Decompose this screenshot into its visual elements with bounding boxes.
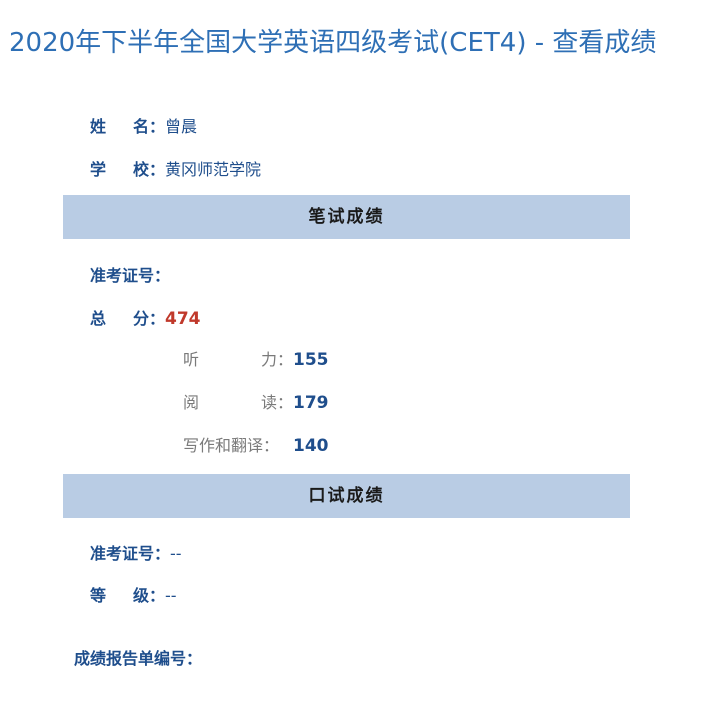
written-ticket-label: 准考证号： [90,266,171,285]
writing-score: 140 [293,436,329,456]
oral-section-header: 口试成绩 [63,474,630,518]
candidate-school: 黄冈师范学院 [165,160,262,179]
page-title: 2020年下半年全国大学英语四级考试(CET4) - 查看成绩 [9,28,657,58]
total-label: 总 分： [90,309,165,328]
listening-score: 155 [293,350,329,370]
oral-grade-value: -- [165,586,177,605]
oral-ticket-value: -- [170,544,182,563]
written-ticket-row: 准考证号： [90,262,170,286]
name-row: 姓 名： 曾晨 [90,113,197,137]
oral-grade-label: 等 级： [90,586,165,605]
listening-label: 听 力： [183,350,293,369]
report-number-row: 成绩报告单编号： [74,645,202,669]
total-score: 474 [165,309,201,329]
listening-row: 听 力： 155 [183,346,329,370]
reading-score: 179 [293,393,329,413]
oral-grade-row: 等 级： -- [90,582,177,606]
oral-ticket-label: 准考证号： [90,544,171,563]
oral-ticket-row: 准考证号：-- [90,540,182,564]
report-number-label: 成绩报告单编号： [74,649,203,668]
total-score-row: 总 分： 474 [90,305,201,329]
candidate-name: 曾晨 [165,117,198,136]
writing-row: 写作和翻译： 140 [183,432,329,456]
school-row: 学 校： 黄冈师范学院 [90,156,261,180]
writing-label: 写作和翻译： [183,436,280,455]
name-label: 姓 名： [90,117,165,136]
reading-row: 阅 读： 179 [183,389,329,413]
reading-label: 阅 读： [183,393,293,412]
written-section-header: 笔试成绩 [63,195,630,239]
school-label: 学 校： [90,160,165,179]
